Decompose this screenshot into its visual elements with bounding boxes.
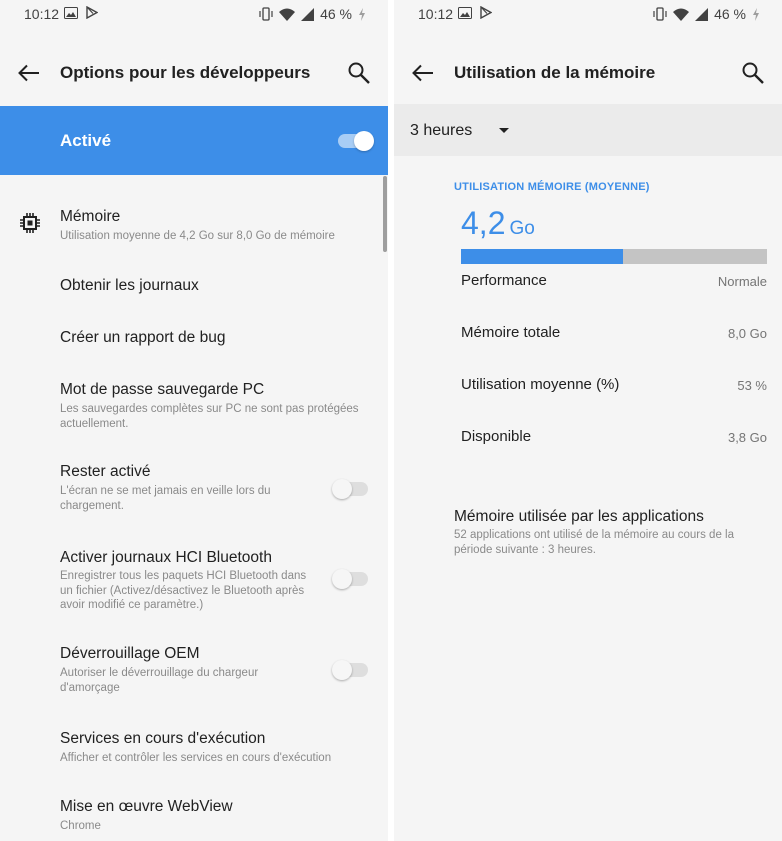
stat-label: Performance	[461, 272, 547, 289]
stat-label: Disponible	[461, 428, 532, 445]
image-notification-icon	[64, 6, 78, 19]
apps-memory-title: Mémoire utilisée par les applications	[454, 508, 704, 525]
search-icon	[742, 62, 764, 84]
toggle-knob	[332, 569, 352, 589]
bluetooth-hci-toggle[interactable]	[332, 569, 368, 589]
setting-subtitle: L'écran ne se met jamais en veille lors …	[60, 485, 271, 512]
setting-running-services[interactable]: Services en cours d'exécution Afficher e…	[0, 719, 388, 771]
apps-memory-subtitle: 52 applications ont utilisé de la mémoir…	[454, 529, 734, 556]
usage-unit: Go	[509, 218, 535, 239]
toggle-knob	[332, 479, 352, 499]
setting-get-logs[interactable]: Obtenir les journaux	[0, 266, 388, 308]
memory-chip-icon	[20, 213, 40, 233]
master-toggle[interactable]	[338, 131, 374, 151]
image-notification-icon	[458, 6, 472, 19]
master-switch-label: Activé	[60, 131, 112, 150]
stat-value: 8,0 Go	[727, 326, 767, 341]
back-arrow-icon	[18, 64, 39, 82]
master-switch-bar[interactable]: Activé	[0, 106, 388, 175]
period-dropdown[interactable]: 3 heures	[394, 104, 782, 156]
back-button[interactable]	[16, 60, 42, 86]
app-bar: Utilisation de la mémoire	[394, 48, 782, 98]
setting-title: Créer un rapport de bug	[60, 329, 226, 346]
setting-subtitle: Afficher et contrôler les services en co…	[60, 752, 332, 764]
setting-subtitle: Enregistrer tous les paquets HCI Bluetoo…	[60, 570, 307, 611]
page-title: Utilisation de la mémoire	[454, 63, 656, 82]
battery-level: 46 %	[320, 6, 352, 22]
setting-title: Rester activé	[60, 463, 151, 480]
usage-number: 4,2	[461, 205, 506, 241]
vibrate-icon	[653, 7, 667, 21]
stat-value: Normale	[717, 274, 767, 289]
status-time: 10:12	[418, 6, 454, 22]
setting-title: Obtenir les journaux	[60, 277, 199, 294]
battery-level: 46 %	[714, 6, 746, 22]
vibrate-icon	[259, 7, 273, 21]
stat-label: Utilisation moyenne (%)	[461, 376, 620, 393]
setting-title: Mot de passe sauvegarde PC	[60, 381, 265, 398]
setting-webview[interactable]: Mise en œuvre WebView Chrome	[0, 788, 388, 838]
setting-title: Mise en œuvre WebView	[60, 798, 233, 815]
setting-stay-awake[interactable]: Rester activé L'écran ne se met jamais e…	[0, 452, 388, 520]
memory-usage-value: 4,2 Go	[461, 205, 535, 242]
search-button[interactable]	[346, 60, 372, 86]
setting-subtitle: Les sauvegardes complètes sur PC ne sont…	[60, 403, 359, 430]
setting-memory[interactable]: Mémoire Utilisation moyenne de 4,2 Go su…	[0, 195, 388, 255]
oem-unlock-toggle[interactable]	[332, 660, 368, 680]
setting-title: Déverrouillage OEM	[60, 645, 200, 662]
setting-subtitle: Utilisation moyenne de 4,2 Go sur 8,0 Go…	[60, 230, 335, 242]
play-store-notification-icon	[86, 6, 98, 19]
back-arrow-icon	[412, 64, 433, 82]
setting-title: Activer journaux HCI Bluetooth	[60, 549, 272, 566]
memory-usage-bar	[461, 249, 767, 264]
setting-bluetooth-hci-log[interactable]: Activer journaux HCI Bluetooth Enregistr…	[0, 538, 388, 618]
toggle-knob	[332, 660, 352, 680]
signal-icon	[301, 7, 315, 21]
stat-value: 53 %	[737, 378, 767, 393]
search-icon	[348, 62, 370, 84]
setting-backup-password[interactable]: Mot de passe sauvegarde PC Les sauvegard…	[0, 370, 388, 436]
dropdown-caret-icon	[499, 128, 509, 133]
memory-usage-screen: 10:12 46 % Utilisation de la mémoire 3 h…	[394, 0, 782, 841]
memory-usage-bar-fill	[461, 249, 624, 264]
setting-title: Services en cours d'exécution	[60, 730, 266, 747]
section-header: UTILISATION MÉMOIRE (MOYENNE)	[454, 181, 650, 193]
wifi-icon	[673, 8, 690, 21]
developer-options-screen: 10:12 46 % Options pour les développeurs…	[0, 0, 388, 841]
signal-icon	[695, 7, 709, 21]
status-bar: 10:12 46 %	[394, 0, 782, 28]
setting-subtitle: Chrome	[60, 820, 101, 832]
status-time: 10:12	[24, 6, 60, 22]
stay-awake-toggle[interactable]	[332, 479, 368, 499]
status-bar: 10:12 46 %	[0, 0, 388, 28]
charging-icon	[359, 7, 365, 21]
play-store-notification-icon	[480, 6, 492, 19]
page-title: Options pour les développeurs	[60, 63, 311, 82]
setting-oem-unlock[interactable]: Déverrouillage OEM Autoriser le déverrou…	[0, 634, 388, 700]
toggle-knob	[354, 131, 374, 151]
setting-title: Mémoire	[60, 208, 121, 225]
charging-icon	[753, 7, 759, 21]
setting-bug-report[interactable]: Créer un rapport de bug	[0, 318, 388, 360]
stat-value: 3,8 Go	[727, 430, 767, 445]
back-button[interactable]	[410, 60, 436, 86]
wifi-icon	[279, 8, 296, 21]
period-selected: 3 heures	[410, 122, 473, 139]
search-button[interactable]	[740, 60, 766, 86]
setting-subtitle: Autoriser le déverrouillage du chargeur …	[60, 667, 259, 694]
app-bar: Options pour les développeurs	[0, 48, 388, 98]
stat-label: Mémoire totale	[461, 324, 561, 341]
